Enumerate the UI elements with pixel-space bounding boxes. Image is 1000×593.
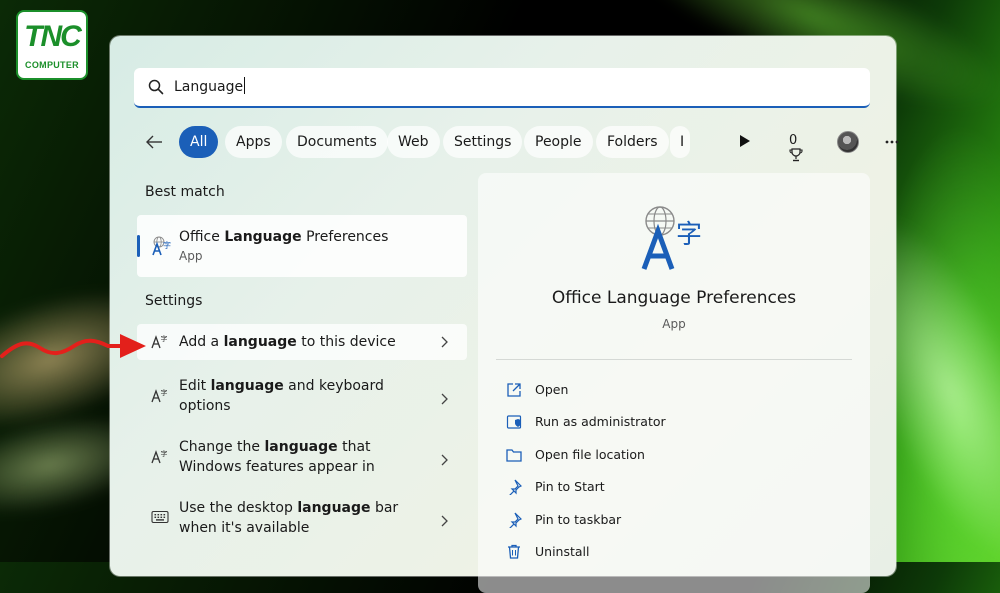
search-value: Language <box>174 79 244 95</box>
filter-chip-web[interactable]: Web <box>387 126 440 158</box>
filter-chip-people[interactable]: People <box>524 126 593 158</box>
label-highlight: language <box>223 334 297 350</box>
language-app-icon: 字 <box>152 236 171 256</box>
text-caret <box>244 77 246 94</box>
action-label: Run as administrator <box>535 414 666 429</box>
action-label: Pin to taskbar <box>535 512 622 527</box>
settings-heading: Settings <box>145 293 203 309</box>
settings-result-edit-language[interactable]: 字 Edit language and keyboard options <box>137 372 467 424</box>
svg-text:字: 字 <box>676 220 702 250</box>
settings-result-label: Use the desktop language bar when it's av… <box>179 498 398 538</box>
label-part: Add a <box>179 334 224 350</box>
back-arrow-icon[interactable] <box>144 132 164 152</box>
more-icon[interactable] <box>884 134 900 150</box>
svg-text:字: 字 <box>161 334 168 343</box>
label-line2: when it's available <box>179 520 310 536</box>
filter-chip-settings[interactable]: Settings <box>443 126 523 158</box>
chevron-right-icon <box>441 393 448 405</box>
label-line2: options <box>179 398 231 414</box>
best-match-result[interactable]: 字 Office Language Preferences App <box>137 215 467 277</box>
logo-subtitle: COMPUTER <box>25 60 79 70</box>
chevron-right-icon <box>441 515 448 527</box>
rewards-count: 0 <box>789 133 798 148</box>
title-part: Preferences <box>301 229 389 245</box>
title-highlight: Language <box>224 229 302 245</box>
search-input[interactable]: Language <box>174 77 246 95</box>
language-setting-icon: 字 <box>151 449 168 464</box>
label-part: Change the <box>179 439 265 455</box>
best-match-title: Office Language Preferences <box>179 227 388 247</box>
open-icon <box>507 383 521 397</box>
keyboard-icon <box>151 510 169 524</box>
label-part: bar <box>370 500 399 516</box>
language-setting-icon: 字 <box>151 388 168 403</box>
label-highlight: language <box>297 500 371 516</box>
language-setting-icon: 字 <box>151 334 168 349</box>
svg-text:字: 字 <box>161 388 168 397</box>
chevron-right-icon <box>441 336 448 348</box>
search-panel: Language All Apps Documents Web Settings… <box>110 36 899 593</box>
search-icon <box>148 79 164 95</box>
action-label: Open file location <box>535 447 645 462</box>
title-part: Office <box>179 229 225 245</box>
folder-icon <box>506 449 522 462</box>
settings-result-label: Add a language to this device <box>179 332 396 352</box>
label-line2: Windows features appear in <box>179 459 375 475</box>
detail-title: Office Language Preferences <box>551 288 797 308</box>
chevron-right-icon <box>441 454 448 466</box>
result-detail-pane: 字 Office Language Preferences App Open R… <box>478 173 870 593</box>
svg-text:字: 字 <box>163 240 171 250</box>
play-icon[interactable] <box>739 134 751 148</box>
label-highlight: language <box>210 378 284 394</box>
rewards-counter[interactable]: 0 <box>789 133 803 164</box>
shield-icon <box>506 415 522 429</box>
label-highlight: language <box>264 439 338 455</box>
filter-chip-all[interactable]: All <box>179 126 219 158</box>
settings-result-change-language[interactable]: 字 Change the language that Windows featur… <box>137 433 467 485</box>
filter-chip-documents[interactable]: Documents <box>286 126 388 158</box>
label-part: Edit <box>179 378 211 394</box>
selection-indicator <box>137 235 140 257</box>
action-label: Pin to Start <box>535 479 605 494</box>
label-part: that <box>337 439 371 455</box>
label-part: and keyboard <box>283 378 384 394</box>
settings-result-language-bar[interactable]: Use the desktop language bar when it's av… <box>137 494 467 546</box>
settings-result-add-language[interactable]: 字 Add a language to this device <box>137 324 467 360</box>
filter-chip-apps[interactable]: Apps <box>225 126 282 158</box>
divider <box>496 359 852 360</box>
label-part: to this device <box>296 334 396 350</box>
filter-chip-folders[interactable]: Folders <box>596 126 669 158</box>
svg-text:字: 字 <box>161 449 168 458</box>
detail-type: App <box>662 317 686 331</box>
pin-icon <box>509 512 522 528</box>
settings-result-label: Edit language and keyboard options <box>179 376 384 416</box>
pin-icon <box>509 479 522 495</box>
filter-chip-truncated[interactable]: I <box>670 126 690 158</box>
action-label: Uninstall <box>535 544 590 559</box>
label-part: Use the desktop <box>179 500 298 516</box>
search-box[interactable]: Language <box>134 68 870 108</box>
logo-brand: TNC <box>24 20 82 53</box>
settings-result-label: Change the language that Windows features… <box>179 437 375 477</box>
tnc-logo: TNC COMPUTER <box>16 10 88 80</box>
best-match-type: App <box>179 249 203 263</box>
language-app-icon: 字 <box>641 206 702 270</box>
avatar[interactable] <box>837 131 859 153</box>
annotation-arrow <box>0 334 146 358</box>
trash-icon <box>508 544 520 559</box>
action-label: Open <box>535 382 569 397</box>
trophy-icon <box>789 148 803 162</box>
best-match-heading: Best match <box>145 184 225 200</box>
